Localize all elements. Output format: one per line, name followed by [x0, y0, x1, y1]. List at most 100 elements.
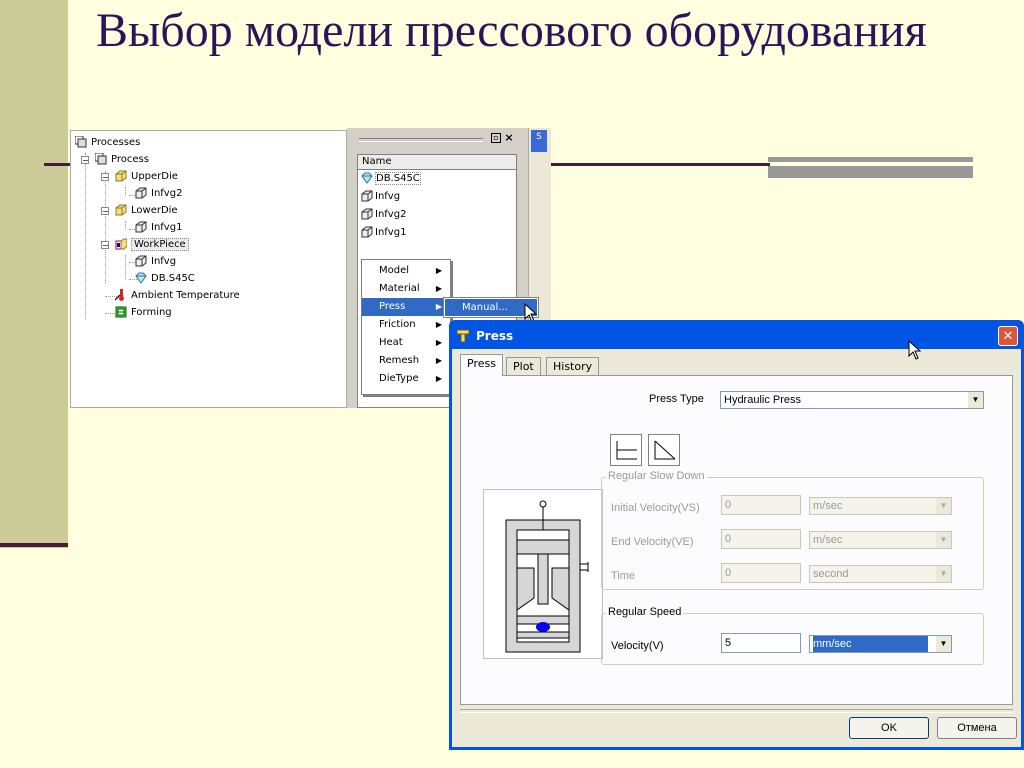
panel-grip[interactable] [359, 138, 483, 142]
tree-item-label: WorkPiece [131, 238, 189, 251]
list-item[interactable]: Infvg2 [358, 206, 516, 224]
submenu-arrow-icon: ▶ [435, 356, 442, 365]
tree-item-infvg1[interactable]: Infvg1 [135, 220, 182, 236]
dropdown-arrow-icon: ▼ [936, 566, 951, 582]
collapse-toggle[interactable]: − [101, 241, 109, 250]
tree-item-label: Process [111, 154, 149, 165]
collapse-toggle[interactable]: − [101, 207, 109, 216]
tab-plot[interactable]: Plot [506, 357, 541, 375]
menu-item-heat[interactable]: Heat ▶ [362, 334, 450, 352]
speed-group-title: Regular Speed [606, 606, 684, 618]
tree-item-workpiece[interactable]: WorkPiece [115, 237, 189, 253]
panel-controls: ▫ × [357, 132, 517, 146]
tree-item-label: Infvg1 [151, 222, 183, 233]
slide-rule-gray-1 [768, 157, 973, 162]
regular-speed-group: Regular Speed Velocity(V) 5 mm/sec ▼ [601, 606, 984, 665]
process-tree-panel: − − − − Processes Process UpperDie Infvg… [70, 130, 347, 408]
tree-item-processes[interactable]: Processes [75, 135, 140, 151]
menu-item-remesh[interactable]: Remesh ▶ [362, 352, 450, 370]
speed-profile-constant-button[interactable] [610, 434, 642, 466]
menu-item-label: DieType [379, 373, 419, 384]
menu-item-model[interactable]: Model ▶ [362, 262, 450, 280]
list-item-label: DB.S45C [375, 172, 421, 185]
list-item-label: Infvg1 [375, 227, 407, 238]
cancel-button[interactable]: Отмена [937, 717, 1017, 739]
close-icon[interactable]: × [504, 132, 514, 143]
restore-icon[interactable]: ▫ [491, 133, 501, 143]
menu-item-label: Remesh [379, 355, 420, 366]
time-input[interactable]: 0 [721, 563, 801, 583]
end-velocity-input[interactable]: 0 [721, 529, 801, 549]
side-tab[interactable]: S [531, 130, 547, 152]
dialog-titlebar[interactable]: Press ✕ [452, 323, 1021, 349]
tree-line [105, 171, 106, 283]
dialog-client-area: Press Plot History Press Type Hydraulic … [452, 349, 1021, 747]
list-item-label: Infvg [375, 191, 401, 202]
slide-title: Выбор модели прессового оборудования [96, 4, 927, 57]
tree-item-process[interactable]: Process [95, 152, 149, 168]
time-unit-select[interactable]: second ▼ [809, 565, 952, 583]
die-icon [115, 204, 127, 216]
tree-item-label: Processes [91, 137, 141, 148]
tree-item-infvg2[interactable]: Infvg2 [135, 186, 182, 202]
material-icon [361, 172, 373, 184]
tree-item-label: UpperDie [131, 171, 178, 182]
press-type-value: Hydraulic Press [724, 394, 802, 406]
mouse-cursor-icon [908, 340, 922, 360]
list-column-header-name[interactable]: Name [358, 155, 516, 170]
initial-velocity-unit-select[interactable]: m/sec ▼ [809, 497, 952, 515]
list-item[interactable]: Infvg1 [358, 224, 516, 242]
mesh-icon [361, 226, 373, 238]
mesh-icon [135, 255, 147, 267]
unit-value: m/sec [813, 500, 843, 512]
mesh-icon [361, 208, 373, 220]
tab-history[interactable]: History [546, 357, 600, 375]
velocity-input[interactable]: 5 [721, 633, 801, 653]
tree-item-forming[interactable]: Forming [115, 305, 172, 321]
thermometer-icon [115, 289, 124, 301]
mesh-icon [361, 190, 373, 202]
context-menu: Model ▶ Material ▶ Press ▶ Friction ▶ Heat ▶ … [361, 259, 451, 395]
speed-profile-slowdown-button[interactable] [648, 434, 680, 466]
tab-press[interactable]: Press [460, 354, 503, 376]
tree-item-infvg[interactable]: Infvg [135, 254, 176, 270]
menu-item-label: Model [379, 265, 410, 276]
hydraulic-press-diagram [483, 489, 603, 659]
time-label: Time [611, 570, 636, 582]
submenu-arrow-icon: ▶ [435, 266, 442, 275]
menu-item-press[interactable]: Press ▶ [362, 298, 450, 316]
press-type-select[interactable]: Hydraulic Press ▼ [720, 391, 984, 409]
initial-velocity-input[interactable]: 0 [721, 495, 801, 515]
press-tab-panel: Press Type Hydraulic Press ▼ Regular Slo… [460, 375, 1013, 705]
press-type-label: Press Type [649, 393, 704, 405]
slide-rule-gray-2 [768, 166, 973, 178]
dialog-close-button[interactable]: ✕ [998, 326, 1018, 346]
list-item[interactable]: DB.S45C [358, 170, 516, 188]
material-icon [135, 272, 147, 284]
tree-line [125, 255, 126, 279]
dropdown-arrow-icon: ▼ [936, 532, 951, 548]
tree-item-upperdie[interactable]: UpperDie [115, 169, 178, 185]
forming-icon [115, 306, 127, 318]
menu-item-label: Friction [379, 319, 416, 330]
menu-item-dietype[interactable]: DieType ▶ [362, 370, 450, 388]
menu-item-friction[interactable]: Friction ▶ [362, 316, 450, 334]
splitter[interactable] [347, 128, 355, 408]
tree-item-db-s45c[interactable]: DB.S45C [135, 271, 195, 287]
collapse-toggle[interactable]: − [101, 173, 109, 182]
menu-item-material[interactable]: Material ▶ [362, 280, 450, 298]
velocity-unit-select[interactable]: mm/sec ▼ [809, 635, 952, 653]
tree-item-ambient-temperature[interactable]: Ambient Temperature [115, 288, 240, 304]
press-dialog: Press ✕ Press Plot History Press Type Hy… [449, 320, 1024, 750]
processes-icon [75, 136, 87, 148]
submenu-arrow-icon: ▶ [435, 374, 442, 383]
ok-button[interactable]: OK [849, 717, 929, 739]
collapse-toggle[interactable]: − [81, 156, 89, 165]
initial-velocity-label: Initial Velocity(VS) [611, 502, 700, 514]
end-velocity-unit-select[interactable]: m/sec ▼ [809, 531, 952, 549]
dropdown-arrow-icon: ▼ [936, 498, 951, 514]
list-item[interactable]: Infvg [358, 188, 516, 206]
tree-item-lowerdie[interactable]: LowerDie [115, 203, 178, 219]
tree-item-label: Forming [131, 307, 172, 318]
dropdown-arrow-icon: ▼ [936, 636, 951, 652]
